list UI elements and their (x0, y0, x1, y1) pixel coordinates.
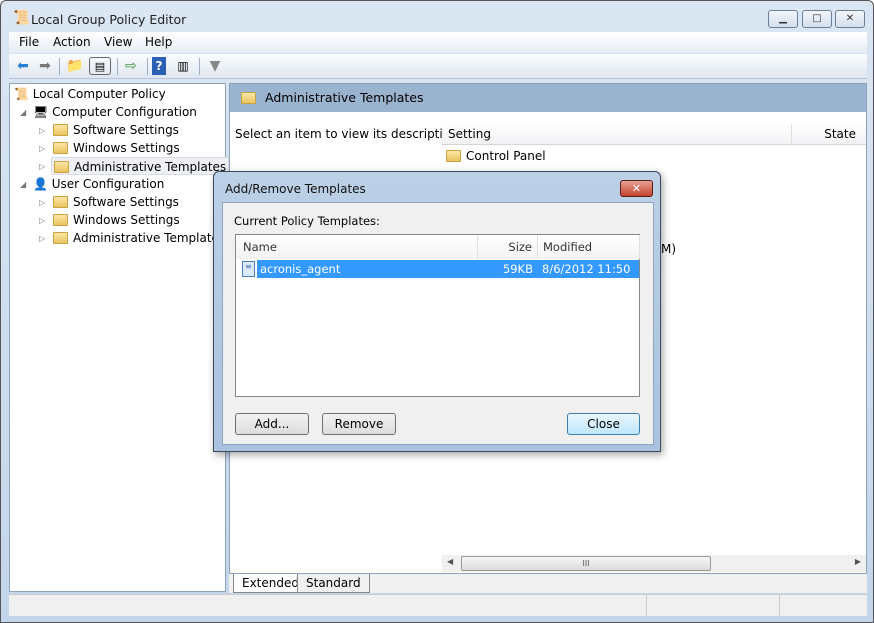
column-setting[interactable]: Setting (448, 127, 491, 141)
tree-computer-software-settings[interactable]: Software Settings (53, 121, 179, 139)
folder-icon (53, 196, 68, 208)
window-title: Local Group Policy Editor (31, 12, 187, 27)
add-remove-templates-dialog: Add/Remove Templates ✕ Current Policy Te… (213, 171, 661, 452)
collapsed-arrow-icon[interactable]: ▷ (39, 162, 45, 171)
tree-computer-configuration[interactable]: 🖥 Computer Configuration (33, 103, 197, 121)
tree-computer-windows-settings[interactable]: Windows Settings (53, 139, 180, 157)
folder-icon (53, 214, 68, 226)
templates-label: Current Policy Templates: (234, 214, 380, 228)
toolbar-separator (59, 58, 60, 75)
expanded-arrow-icon[interactable]: ◢ (20, 108, 26, 117)
close-dialog-button[interactable]: Close (567, 413, 640, 435)
app-scroll-icon: 📜 (13, 10, 31, 26)
up-folder-icon[interactable]: 📁 (65, 57, 85, 75)
folder-icon (446, 150, 461, 162)
tab-standard[interactable]: Standard (297, 574, 370, 593)
toolbar: ⬅ ➡ 📁 ▤ ⇨ ? ▥ ▼ (9, 54, 867, 79)
tree-user-configuration[interactable]: 👤 User Configuration (33, 175, 164, 193)
export-list-icon[interactable]: ⇨ (121, 57, 141, 75)
status-divider (646, 595, 647, 617)
status-bar (9, 594, 867, 617)
maximize-button[interactable]: □ (802, 10, 832, 28)
dialog-title: Add/Remove Templates (225, 182, 366, 196)
template-modified: 8/6/2012 11:50 ... (542, 262, 631, 294)
tree-label: Administrative Templates (74, 160, 227, 174)
tree-label: Local Computer Policy (32, 87, 166, 101)
scroll-left-icon[interactable]: ◀ (447, 557, 453, 566)
tree-computer-administrative-templates[interactable]: Administrative Templates (51, 157, 230, 175)
header-curve (435, 112, 866, 124)
tree-root[interactable]: 📜 Local Computer Policy (14, 85, 166, 103)
template-name: acronis_agent (260, 262, 341, 276)
folder-icon (53, 142, 68, 154)
list-header: Setting State (442, 124, 866, 145)
add-button[interactable]: Add... (235, 413, 309, 435)
status-divider (779, 595, 780, 617)
menu-file[interactable]: File (19, 35, 39, 49)
tree-pane: 📜 Local Computer Policy ◢ 🖥 Computer Con… (9, 83, 230, 592)
menu-action[interactable]: Action (53, 35, 91, 49)
tree-user-administrative-templates[interactable]: Administrative Templates (53, 229, 225, 247)
list-item-label: Control Panel (466, 149, 546, 163)
user-icon: 👤 (33, 177, 52, 191)
column-modified[interactable]: Modified (538, 235, 640, 259)
column-divider[interactable] (791, 124, 792, 145)
collapsed-arrow-icon[interactable]: ▷ (39, 234, 45, 243)
filter-icon[interactable]: ▼ (205, 57, 225, 75)
menu-bar: File Action View Help (9, 32, 867, 53)
column-size[interactable]: Size (478, 235, 538, 259)
toolbar-separator (147, 58, 148, 75)
description-text: Select an item to view its description. (235, 127, 462, 141)
folder-icon (241, 92, 256, 104)
details-title: Administrative Templates (265, 90, 424, 105)
view-tabs: Extended Standard (229, 574, 867, 593)
folder-icon (53, 124, 68, 136)
tree-user-software-settings[interactable]: Software Settings (53, 193, 179, 211)
template-row[interactable]: ≡ acronis_agent 59KB 8/6/2012 11:50 ... (240, 260, 639, 294)
collapsed-arrow-icon[interactable]: ▷ (39, 216, 45, 225)
back-icon[interactable]: ⬅ (13, 57, 33, 75)
template-file-icon: ≡ (242, 261, 255, 277)
show-hide-action-pane-icon[interactable]: ▥ (173, 57, 193, 75)
menu-view[interactable]: View (104, 35, 132, 49)
horizontal-scrollbar[interactable]: ◀ III ▶ (442, 555, 866, 572)
templates-list[interactable]: Name Size Modified ≡ acronis_agent 59KB … (235, 234, 640, 397)
folder-icon (54, 161, 69, 173)
occluded-text: M) (661, 242, 677, 256)
scroll-right-icon[interactable]: ▶ (855, 557, 861, 566)
computer-icon: 🖥 (33, 105, 53, 119)
policy-scroll-icon: 📜 (14, 87, 33, 101)
tree-user-windows-settings[interactable]: Windows Settings (53, 211, 180, 229)
remove-button[interactable]: Remove (322, 413, 396, 435)
forward-icon[interactable]: ➡ (35, 57, 55, 75)
scroll-thumb[interactable]: III (461, 556, 711, 571)
column-state[interactable]: State (824, 127, 856, 141)
toolbar-separator (117, 58, 118, 75)
folder-icon (53, 232, 68, 244)
tree-label: Software Settings (73, 195, 179, 209)
close-button[interactable]: ✕ (835, 10, 865, 28)
collapsed-arrow-icon[interactable]: ▷ (39, 126, 45, 135)
tree-label: Software Settings (73, 123, 179, 137)
collapsed-arrow-icon[interactable]: ▷ (39, 144, 45, 153)
tree-label: Windows Settings (73, 213, 180, 227)
tree-label: Computer Configuration (52, 105, 197, 119)
toolbar-separator (199, 58, 200, 75)
dialog-body: Current Policy Templates: Name Size Modi… (222, 202, 654, 445)
expanded-arrow-icon[interactable]: ◢ (20, 180, 26, 189)
dialog-close-button[interactable]: ✕ (620, 180, 653, 197)
minimize-button[interactable]: ▁ (768, 10, 798, 28)
tree-label: User Configuration (51, 177, 165, 191)
show-hide-tree-icon[interactable]: ▤ (89, 57, 111, 75)
column-name[interactable]: Name (236, 235, 478, 259)
help-icon[interactable]: ? (152, 57, 166, 75)
tree-label: Windows Settings (73, 141, 180, 155)
menu-help[interactable]: Help (145, 35, 172, 49)
collapsed-arrow-icon[interactable]: ▷ (39, 198, 45, 207)
tree-label: Administrative Templates (73, 231, 226, 245)
details-header: Administrative Templates (230, 84, 866, 112)
template-size: 59KB (502, 262, 533, 276)
list-item[interactable]: Control Panel (446, 147, 546, 165)
